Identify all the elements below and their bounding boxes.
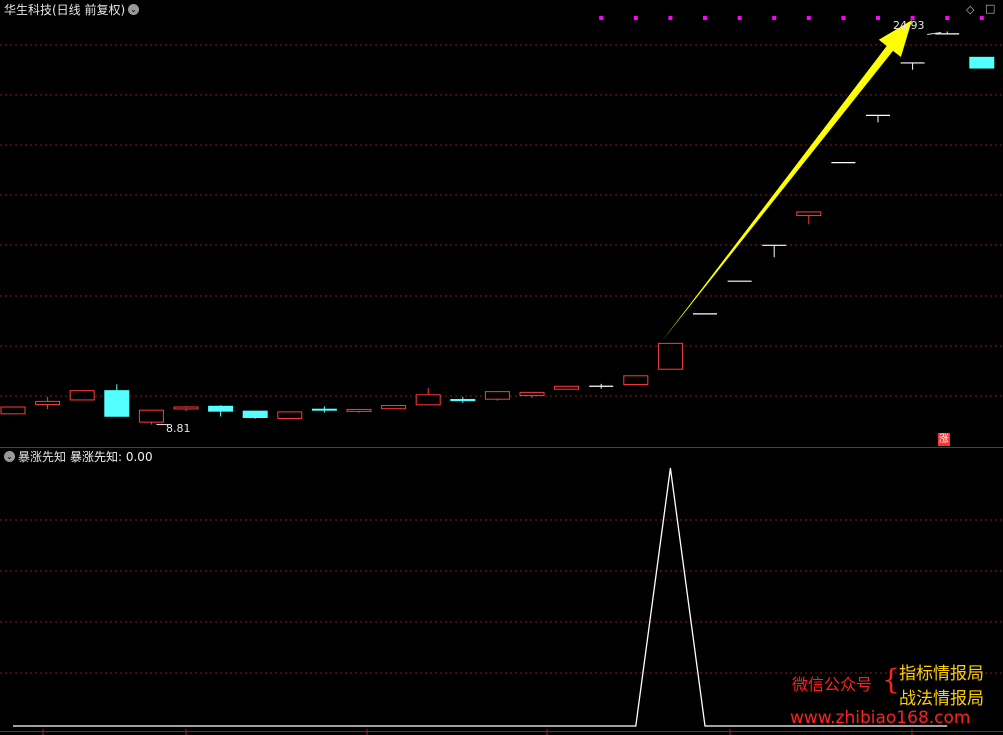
- candles: [0, 31, 995, 426]
- candle-body: [277, 411, 303, 419]
- candle-body: [104, 390, 130, 417]
- candle-body: [208, 405, 234, 412]
- signal-marker: [737, 16, 742, 20]
- watermark-wechat: 微信公众号: [792, 675, 873, 694]
- signal-marker: [841, 16, 846, 20]
- signal-markers: [599, 16, 984, 20]
- candle-body: [657, 342, 683, 370]
- indicator-dropdown-icon[interactable]: ⌄: [4, 451, 15, 462]
- candle-body: [519, 391, 545, 397]
- watermark-line1: 指标情报局: [899, 664, 984, 684]
- indicator-readout: 暴涨先知: 0.00: [70, 450, 153, 464]
- candle-body: [969, 56, 995, 69]
- candle-body: [311, 408, 337, 411]
- candle-body: [415, 394, 441, 406]
- signal-marker: [703, 16, 707, 20]
- candle-body: [0, 406, 26, 415]
- chart-title: 华生科技(日线 前复权): [4, 3, 126, 17]
- candle-body: [242, 410, 268, 418]
- watermark-url: www.zhibiao168.com: [790, 708, 971, 728]
- candle-body: [69, 390, 95, 401]
- signal-marker: [876, 16, 880, 20]
- yellow-arrow: [662, 20, 912, 341]
- watermark-brace: {: [882, 663, 900, 696]
- candle-body: [381, 405, 407, 410]
- limit-up-badge: 涨: [938, 433, 950, 446]
- signal-marker: [945, 16, 950, 20]
- title-dropdown-icon[interactable]: ⌄: [128, 4, 139, 15]
- candle-body: [796, 211, 822, 217]
- yellow-trend-arrow: [662, 20, 912, 341]
- indicator-name: 暴涨先知: [18, 450, 67, 464]
- signal-marker: [979, 16, 984, 20]
- signal-marker: [668, 16, 673, 20]
- candle-body: [484, 391, 510, 400]
- candle-body: [173, 406, 199, 410]
- candle-body: [138, 409, 164, 423]
- signal-marker: [772, 16, 777, 20]
- candle-body: [450, 398, 476, 402]
- diamond-icon[interactable]: ◇: [966, 3, 974, 16]
- chart-canvas: [0, 16, 1003, 735]
- signal-marker: [599, 16, 604, 20]
- candle-body: [623, 375, 649, 386]
- candle-body: [554, 385, 580, 390]
- square-icon[interactable]: □: [985, 2, 995, 15]
- watermark-line2: 战法情报局: [899, 689, 984, 709]
- signal-marker: [633, 16, 638, 20]
- high-price-label: 24.93: [893, 19, 925, 32]
- candle-body: [346, 408, 372, 412]
- low-price-label: 8.81: [166, 422, 191, 435]
- signal-marker: [806, 16, 811, 20]
- candle-body: [35, 400, 61, 406]
